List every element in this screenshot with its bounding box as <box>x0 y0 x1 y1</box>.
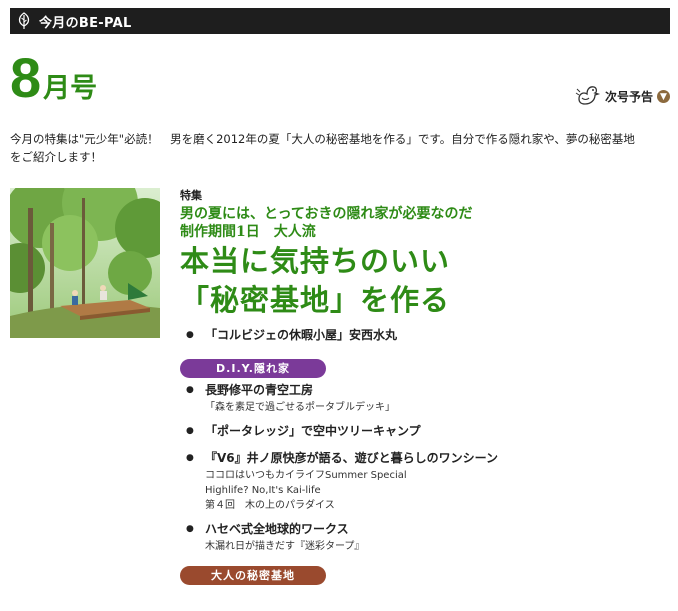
list-item-note: 第４回 木の上のパラダイス <box>205 500 335 511</box>
bird-icon <box>575 83 601 110</box>
intro-line-2: をご紹介します！ <box>10 150 102 164</box>
next-issue-link[interactable]: 次号予告 ▼ <box>575 83 670 110</box>
intro-line-1: 今月の特集は"元少年"必読！ 男を磨く2012年の夏「大人の秘密基地を作る」です… <box>10 132 635 146</box>
list-item-note: Highlife? No,It's Kai-life <box>205 485 321 496</box>
list-item-title: 『V6』井ノ原快彦が語る、遊びと暮らしのワンシーン <box>205 451 499 465</box>
list-item: 長野修平の青空工房 「森を素足で過ごせるポータブルデッキ」 <box>180 381 660 415</box>
list-item: ハセベ式全地球的ワークス 木漏れ日が描きだす『迷彩タープ』 <box>180 520 660 554</box>
header-title: 今月のBE-PAL <box>39 15 132 31</box>
article-list-1: 「コルビジェの休暇小屋」安西水丸 <box>180 326 660 344</box>
feature-subtitle-2: 制作期間1日 大人流 <box>180 224 316 240</box>
intro-text: 今月の特集は"元少年"必読！ 男を磨く2012年の夏「大人の秘密基地を作る」です… <box>10 130 670 166</box>
list-item: 「コルビジェの休暇小屋」安西水丸 <box>180 326 660 344</box>
issue-title: 8 月号 <box>10 50 97 106</box>
header-bar: 今月のBE-PAL <box>10 8 670 34</box>
issue-suffix: 月号 <box>43 73 98 104</box>
issue-number: 8 <box>10 46 42 109</box>
feature-headline-2: 「秘密基地」を作る <box>180 283 451 317</box>
list-item-note: 木漏れ日が描きだす『迷彩タープ』 <box>205 541 365 552</box>
feature-photo <box>10 188 160 338</box>
list-item-title: 長野修平の青空工房 <box>205 383 314 397</box>
section-pill-secret-base: 大人の秘密基地 <box>180 566 326 585</box>
feature-headline-1: 本当に気持ちのいい <box>180 244 451 278</box>
list-item-title: ハセベ式全地球的ワークス <box>205 522 349 536</box>
article-list-2: 長野修平の青空工房 「森を素足で過ごせるポータブルデッキ」 「ポータレッジ」で空… <box>180 381 660 554</box>
list-item: 「ポータレッジ」で空中ツリーキャンプ <box>180 422 660 440</box>
feature-content: 特集 男の夏には、とっておきの隠れ家が必要なのだ 制作期間1日 大人流 本当に気… <box>180 187 660 585</box>
next-issue-label: 次号予告 <box>604 90 653 104</box>
section-pill-diy: D.I.Y.隠れ家 <box>180 359 326 378</box>
feature-label: 特集 <box>180 189 202 202</box>
leaf-icon <box>15 12 33 30</box>
chevron-down-icon: ▼ <box>657 90 670 103</box>
list-item: 『V6』井ノ原快彦が語る、遊びと暮らしのワンシーン ココロはいつもカイライフSu… <box>180 449 660 513</box>
list-item-note: ココロはいつもカイライフSummer Special <box>205 470 407 481</box>
feature-subtitle-1: 男の夏には、とっておきの隠れ家が必要なのだ <box>180 206 473 222</box>
list-item-note: 「森を素足で過ごせるポータブルデッキ」 <box>205 402 395 413</box>
